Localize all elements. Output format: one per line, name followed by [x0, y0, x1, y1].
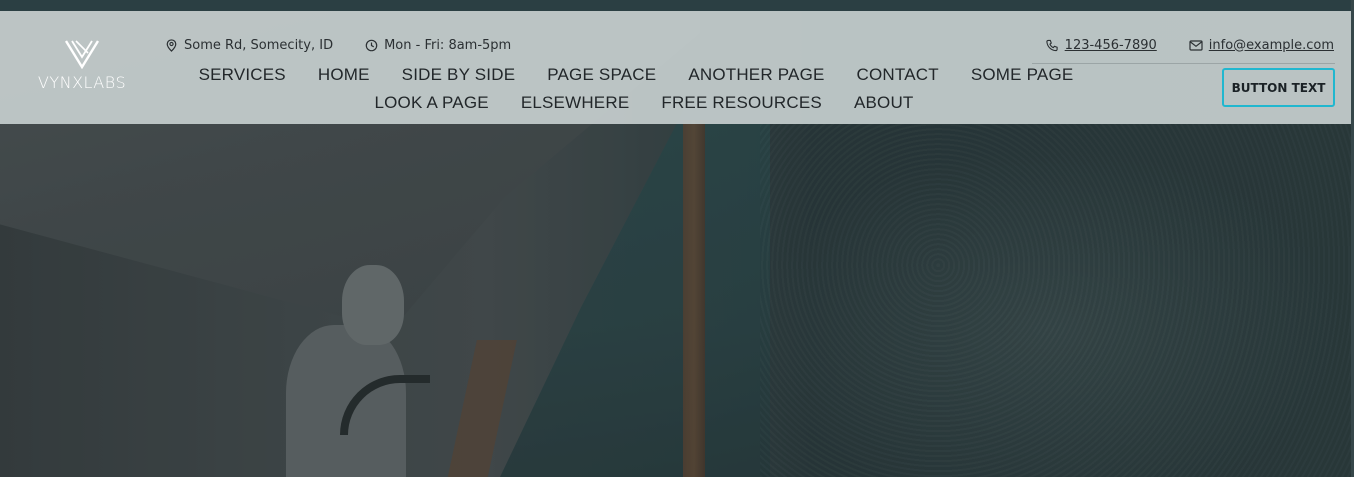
- nav-item-services[interactable]: SERVICES: [199, 63, 302, 87]
- nav-item-page-space[interactable]: PAGE SPACE: [531, 63, 672, 87]
- phone-link[interactable]: 123-456-7890: [1065, 38, 1157, 53]
- nav-item-home[interactable]: HOME: [302, 63, 386, 87]
- address-info: Some Rd, Somecity, ID: [165, 38, 333, 53]
- logo-text: VYNXLABS: [37, 73, 127, 92]
- nav-item-elsewhere[interactable]: ELSEWHERE: [505, 91, 646, 115]
- hours-text: Mon - Fri: 8am-5pm: [384, 37, 512, 53]
- site-logo[interactable]: VYNXLABS: [26, 39, 138, 99]
- topbar-info: Some Rd, Somecity, ID Mon - Fri: 8am-5pm: [165, 36, 543, 54]
- address-text: Some Rd, Somecity, ID: [184, 37, 334, 53]
- cta-button[interactable]: BUTTON TEXT: [1222, 68, 1335, 107]
- main-nav: SERVICES HOME SIDE BY SIDE PAGE SPACE AN…: [164, 63, 1124, 115]
- nav-item-some-page[interactable]: SOME PAGE: [955, 63, 1090, 87]
- clock-icon: [365, 39, 378, 51]
- topbar-contact: 123-456-7890 info@example.com: [1013, 36, 1334, 54]
- nav-item-contact[interactable]: CONTACT: [841, 63, 955, 87]
- nav-item-another-page[interactable]: ANOTHER PAGE: [672, 63, 840, 87]
- site-header: VYNXLABS Some Rd, Somecity, ID Mon - Fri…: [0, 11, 1351, 124]
- phone-icon: [1046, 39, 1058, 51]
- map-pin-icon: [166, 38, 177, 52]
- email-link[interactable]: info@example.com: [1209, 38, 1334, 53]
- nav-item-free-resources[interactable]: FREE RESOURCES: [645, 91, 838, 115]
- top-strip: [0, 0, 1354, 11]
- email-link-wrap[interactable]: info@example.com: [1189, 38, 1334, 53]
- nav-item-look-a-page[interactable]: LOOK A PAGE: [358, 91, 504, 115]
- nav-item-about[interactable]: ABOUT: [838, 91, 930, 115]
- hours-info: Mon - Fri: 8am-5pm: [365, 38, 511, 53]
- logo-icon: [64, 40, 100, 69]
- nav-item-side-by-side[interactable]: SIDE BY SIDE: [386, 63, 532, 87]
- mail-icon: [1189, 39, 1203, 51]
- phone-link-wrap[interactable]: 123-456-7890: [1045, 38, 1157, 53]
